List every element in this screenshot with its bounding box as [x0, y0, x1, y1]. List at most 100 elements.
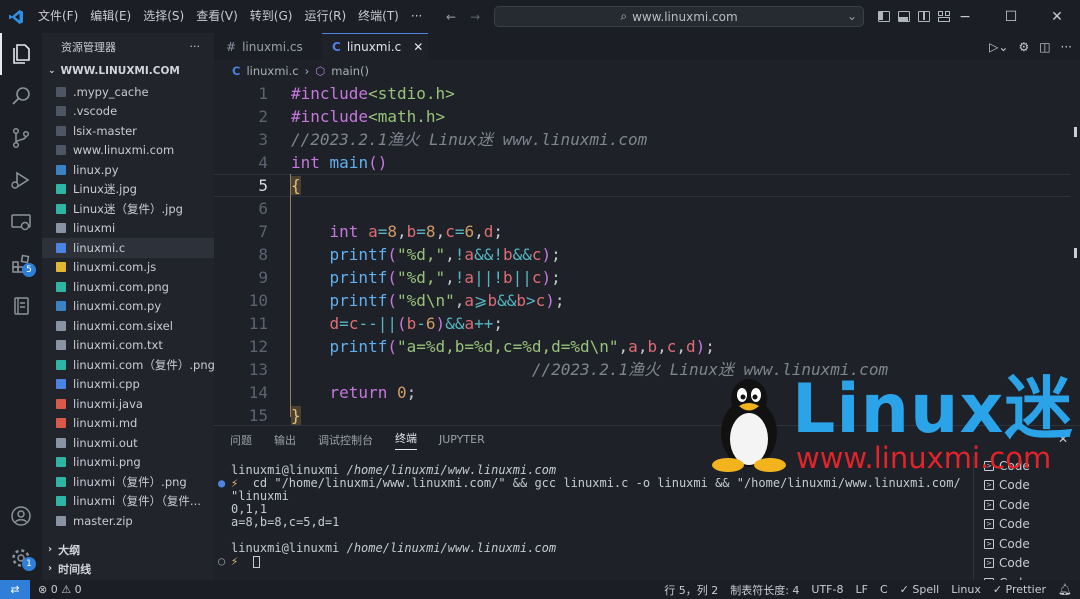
file-tree-item[interactable]: linuxmi.com.py — [42, 297, 214, 317]
explorer-icon[interactable] — [0, 33, 42, 75]
search-text: www.linuxmi.com — [632, 9, 738, 24]
run-and-debug-icon[interactable] — [0, 159, 42, 201]
file-tree-item[interactable]: linuxmi.com.js — [42, 258, 214, 278]
toggle-panel-icon[interactable] — [898, 11, 910, 22]
tab-linuxmi-cs[interactable]: # linuxmi.cs — [214, 33, 322, 60]
split-editor-icon[interactable]: ◫ — [1039, 40, 1050, 54]
terminal-list-item[interactable]: >Code — [974, 534, 1080, 554]
more-actions-icon[interactable]: ··· — [190, 40, 201, 53]
prettier-status[interactable]: ✓ Prettier — [993, 583, 1046, 596]
jupyter-icon[interactable] — [0, 285, 42, 327]
source-control-icon[interactable] — [0, 117, 42, 159]
code-line-15: } — [291, 406, 301, 425]
remote-explorer-icon[interactable] — [0, 201, 42, 243]
file-tree-item[interactable]: www.linuxmi.com — [42, 141, 214, 161]
close-tab-icon[interactable]: ✕ — [413, 40, 423, 54]
file-tree: .mypy_cache .vscode lsix-master www.linuxmi… — [42, 82, 214, 531]
file-tree-item[interactable]: linuxmi.com（复件）.png — [42, 355, 214, 375]
file-tree-label: linuxmi.com.png — [73, 279, 169, 294]
status-bar: ⇄ ⊗ 0 ⚠ 0 行 5，列 2 制表符长度: 4 UTF-8 LF C ✓ … — [0, 580, 1080, 599]
image-icon — [56, 496, 66, 507]
gear-icon[interactable]: ⚙ — [1018, 40, 1029, 54]
file-tree-item[interactable]: linuxmi（复件）.png — [42, 472, 214, 492]
terminal-prompt: linuxmi@linuxmi /home/linuxmi/www.linuxm… — [231, 542, 976, 555]
file-tree-item[interactable]: linuxmi（复件）（复件... — [42, 492, 214, 512]
remote-indicator-icon[interactable]: ⇄ — [0, 580, 30, 599]
command-center-search[interactable]: ⌕ www.linuxmi.com ⌄ — [494, 6, 864, 27]
account-icon[interactable] — [0, 495, 42, 537]
maximize-icon[interactable]: ☐ — [988, 0, 1034, 33]
run-icon[interactable]: ▷⌄ — [989, 40, 1008, 54]
workspace-root[interactable]: ⌄ WWW.LINUXMI.COM — [42, 60, 214, 82]
file-tree-item[interactable]: Linux迷.jpg — [42, 180, 214, 200]
cursor-position[interactable]: 行 5，列 2 — [664, 582, 718, 598]
notifications-bell-icon[interactable]: 🔔︎ — [1058, 583, 1072, 596]
menu-selection[interactable]: 选择(S) — [137, 0, 190, 33]
breadcrumb-symbol[interactable]: main() — [331, 64, 369, 78]
file-tree-item[interactable]: linuxmi.com.png — [42, 277, 214, 297]
python-icon — [56, 164, 66, 175]
code-line-1: #include<stdio.h> — [291, 84, 455, 103]
end-of-line[interactable]: LF — [855, 583, 867, 596]
outline-section[interactable]: › 大纲 — [42, 540, 80, 559]
menu-file[interactable]: 文件(F) — [32, 0, 84, 33]
timeline-section[interactable]: › 时间线 — [42, 559, 91, 578]
file-tree-item[interactable]: linuxmi.com.txt — [42, 336, 214, 356]
extensions-icon[interactable]: 5 — [0, 243, 42, 285]
spell-status[interactable]: ✓ Spell — [900, 583, 940, 596]
tab-label: linuxmi.c — [346, 40, 402, 54]
language-mode[interactable]: C — [880, 583, 888, 596]
file-tree-item[interactable]: linux.py — [42, 160, 214, 180]
file-icon — [56, 437, 66, 448]
file-tree-item[interactable]: .vscode — [42, 102, 214, 122]
problems-count[interactable]: ⊗ 0 ⚠ 0 — [38, 583, 82, 596]
file-tree-item[interactable]: linuxmi.out — [42, 433, 214, 453]
back-arrow-icon[interactable]: ← — [446, 10, 456, 24]
file-tree-item[interactable]: master.zip — [42, 511, 214, 531]
menu-go[interactable]: 转到(G) — [244, 0, 299, 33]
more-actions-icon[interactable]: ··· — [1061, 40, 1072, 54]
tab-size[interactable]: 制表符长度: 4 — [730, 582, 799, 598]
terminal-list-item[interactable]: >Code — [974, 515, 1080, 535]
tab-linuxmi-c[interactable]: C linuxmi.c ✕ — [322, 33, 428, 60]
chevron-down-icon[interactable]: ⌄ — [847, 9, 857, 23]
forward-arrow-icon[interactable]: → — [470, 10, 480, 24]
encoding[interactable]: UTF-8 — [811, 583, 843, 596]
tab-debug-console[interactable]: 调试控制台 — [318, 432, 373, 448]
terminal-list-item[interactable]: >Code — [974, 495, 1080, 515]
file-tree-item[interactable]: linuxmi.md — [42, 414, 214, 434]
file-tree-item[interactable]: linuxmi.cpp — [42, 375, 214, 395]
minimize-icon[interactable]: − — [942, 0, 988, 33]
tab-jupyter[interactable]: JUPYTER — [439, 433, 485, 446]
toggle-primary-sidebar-icon[interactable] — [878, 11, 890, 22]
tab-problems[interactable]: 问题 — [230, 432, 252, 448]
terminal-input-line[interactable]: ○ ⚡ — [218, 555, 976, 568]
file-tree-item[interactable]: linuxmi.c — [42, 238, 214, 258]
file-tree-item[interactable]: linuxmi.png — [42, 453, 214, 473]
linuxmi-watermark: Linux迷 www.linuxmi.com — [700, 370, 1080, 483]
file-tree-item[interactable]: Linux迷（复件）.jpg — [42, 199, 214, 219]
code-line-11: d=c--||(b-6)&&a++; — [329, 314, 503, 333]
menu-view[interactable]: 查看(V) — [190, 0, 244, 33]
close-window-icon[interactable]: ✕ — [1034, 0, 1080, 33]
terminal-list-item[interactable]: >Code — [974, 554, 1080, 574]
file-tree-item[interactable]: linuxmi.com.sixel — [42, 316, 214, 336]
line-number: 9 — [258, 268, 268, 287]
menu-more[interactable]: ··· — [405, 0, 428, 33]
java-icon — [56, 398, 66, 409]
tab-output[interactable]: 输出 — [274, 432, 296, 448]
toggle-secondary-sidebar-icon[interactable] — [918, 11, 930, 22]
file-tree-item[interactable]: lsix-master — [42, 121, 214, 141]
tab-terminal[interactable]: 终端 — [395, 430, 417, 450]
menu-terminal[interactable]: 终端(T) — [352, 0, 405, 33]
os-indicator[interactable]: Linux — [951, 583, 981, 596]
file-tree-item[interactable]: linuxmi — [42, 219, 214, 239]
file-tree-item[interactable]: linuxmi.java — [42, 394, 214, 414]
menu-edit[interactable]: 编辑(E) — [84, 0, 137, 33]
breadcrumb-file[interactable]: linuxmi.c — [246, 64, 298, 78]
search-view-icon[interactable] — [0, 75, 42, 117]
terminal-list-item[interactable]: >Code — [974, 573, 1080, 580]
menu-run[interactable]: 运行(R) — [298, 0, 352, 33]
file-tree-item[interactable]: .mypy_cache — [42, 82, 214, 102]
settings-gear-icon[interactable]: 1 — [0, 537, 42, 579]
